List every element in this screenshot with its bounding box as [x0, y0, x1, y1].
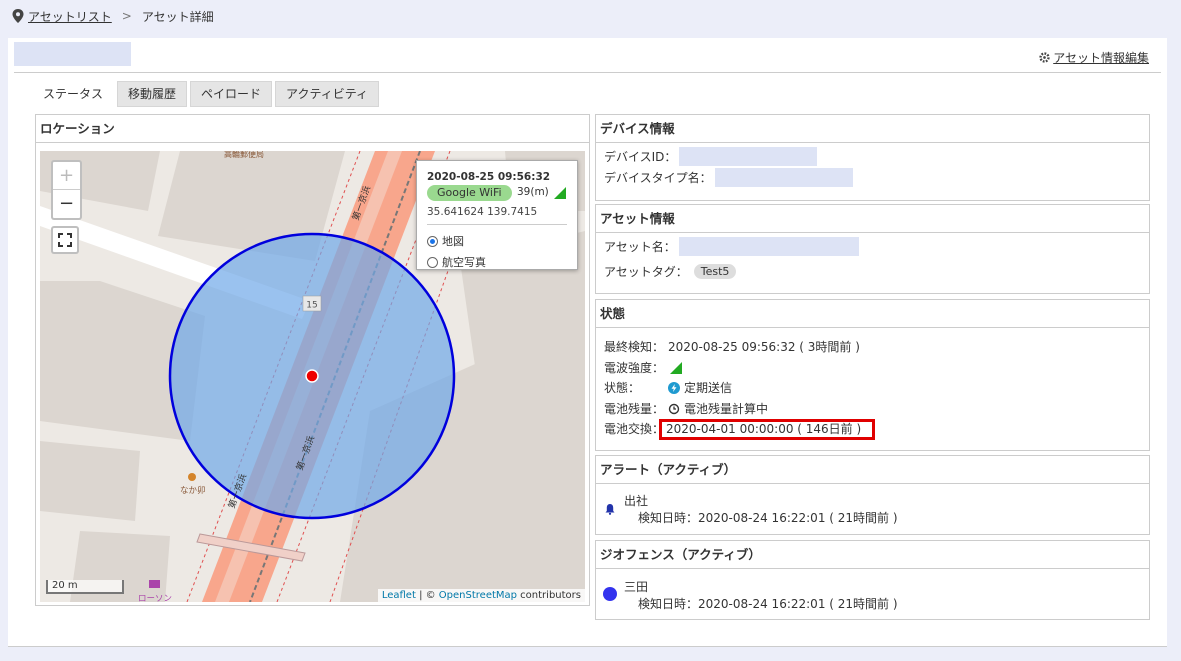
asset-name-value-redacted — [678, 237, 859, 256]
battery-change-label: 電池交換： — [604, 422, 665, 436]
device-type-row: デバイスタイプ名： — [604, 168, 853, 187]
alert-detail: 検知日時：2020-08-24 16:22:01 ( 21時間前 ) — [638, 511, 898, 525]
location-panel: ロケーション 15 第一京浜 第一京浜 第一京浜 高輪郵便局 なか卯 ローソン … — [35, 114, 590, 606]
battery-row: 電池残量： 電池残量計算中 — [604, 400, 768, 417]
location-popup: 2020-08-25 09:56:32 Google WiFi 39(m) 35… — [416, 160, 578, 270]
tab-history[interactable]: 移動履歴 — [117, 81, 188, 107]
status-label: 状態： — [604, 381, 641, 395]
attribution-separator: | © — [415, 590, 439, 601]
asset-tag-label: アセットタグ： — [604, 265, 688, 279]
title-divider — [14, 72, 1161, 73]
asset-name-label: アセット名： — [604, 240, 676, 254]
geofence-panel: ジオフェンス（アクティブ） 三田 検知日時：2020-08-24 16:22:0… — [595, 540, 1150, 620]
building — [40, 441, 140, 521]
tab-payload[interactable]: ペイロード — [190, 81, 273, 107]
device-info-panel: デバイス情報 デバイスID： デバイスタイプ名： — [595, 114, 1150, 201]
tab-status[interactable]: ステータス — [32, 81, 115, 107]
device-type-label: デバイスタイプ名： — [604, 171, 712, 185]
map-pin-icon — [12, 9, 24, 23]
breadcrumb-current: アセット詳細 — [141, 9, 214, 24]
geofence-detail: 検知日時：2020-08-24 16:22:01 ( 21時間前 ) — [638, 597, 898, 611]
geofence-color-icon — [603, 587, 617, 601]
edit-asset-link[interactable]: アセット情報編集 — [1039, 49, 1149, 66]
device-info-title: デバイス情報 — [596, 115, 1149, 143]
edit-asset-label: アセット情報編集 — [1053, 51, 1149, 65]
store-icon — [149, 580, 160, 588]
source-badge: Google WiFi — [427, 185, 512, 201]
lightning-icon — [668, 381, 681, 394]
last-detect-value: 2020-08-25 09:56:32 ( 3時間前 ) — [668, 340, 860, 354]
alert-name: 出社 — [624, 494, 649, 508]
last-detect-row: 最終検知： 2020-08-25 09:56:32 ( 3時間前 ) — [604, 338, 860, 355]
battery-value: 電池残量計算中 — [684, 402, 769, 416]
breadcrumb: アセットリスト > アセット詳細 — [12, 7, 214, 25]
geofence-title: ジオフェンス（アクティブ） — [596, 541, 1149, 569]
signal-label: 電波強度： — [604, 361, 665, 375]
alert-title: アラート（アクティブ） — [596, 456, 1149, 484]
signal-row: 電波強度： — [604, 359, 683, 376]
layer-option-map-label: 地図 — [442, 235, 464, 248]
zoom-out-button[interactable]: − — [53, 190, 80, 217]
location-title: ロケーション — [36, 115, 589, 143]
device-type-value-redacted — [714, 168, 853, 187]
geofence-name: 三田 — [624, 580, 649, 594]
poi-label: なか卯 — [180, 486, 206, 496]
status-row: 状態： 定期送信 — [604, 379, 732, 396]
gear-icon — [1039, 52, 1050, 63]
asset-name-row: アセット名： — [604, 237, 859, 256]
signal-strength-icon — [670, 361, 683, 374]
map-attribution: Leaflet | © OpenStreetMap contributors — [377, 589, 585, 602]
radio-map[interactable] — [427, 235, 438, 247]
zoom-control: + − — [51, 160, 82, 220]
asset-tag-row: アセットタグ： Test5 — [604, 263, 737, 280]
asset-tag-badge: Test5 — [693, 264, 737, 279]
signal-strength-icon — [554, 187, 566, 199]
popup-accuracy: 39(m) — [517, 186, 549, 198]
route-number: 15 — [306, 301, 317, 311]
radio-aerial[interactable] — [427, 256, 438, 268]
device-id-row: デバイスID： — [604, 147, 818, 166]
poi-label: ローソン — [138, 594, 172, 602]
popup-coords: 35.641624 139.7415 — [427, 206, 538, 218]
bell-icon — [605, 504, 615, 515]
layer-option-aerial[interactable]: 航空写真 — [427, 254, 486, 270]
attribution-contrib: contributors — [517, 590, 581, 601]
osm-link[interactable]: OpenStreetMap — [439, 590, 517, 601]
location-marker-icon[interactable] — [305, 369, 319, 383]
fullscreen-button[interactable] — [51, 226, 79, 254]
zoom-in-button[interactable]: + — [53, 162, 80, 190]
device-id-value-redacted — [679, 147, 818, 166]
battery-label: 電池残量： — [604, 402, 665, 416]
asset-info-title: アセット情報 — [596, 205, 1149, 233]
status-value: 定期送信 — [684, 381, 733, 395]
state-title: 状態 — [596, 300, 1149, 328]
highlight-box — [659, 419, 875, 440]
tab-activity[interactable]: アクティビティ — [275, 81, 380, 107]
map-scale: 20 m — [46, 580, 124, 594]
asset-detail-card: アセット情報編集 ステータス 移動履歴 ペイロード アクティビティ ロケーション — [8, 38, 1167, 647]
popup-divider — [427, 224, 567, 225]
asset-info-panel: アセット情報 アセット名： アセットタグ： Test5 — [595, 204, 1150, 294]
layer-option-aerial-label: 航空写真 — [442, 256, 486, 269]
poi-label: 高輪郵便局 — [224, 151, 264, 159]
breadcrumb-separator: > — [121, 9, 132, 23]
map[interactable]: 15 第一京浜 第一京浜 第一京浜 高輪郵便局 なか卯 ローソン + − 202… — [40, 151, 585, 602]
last-detect-label: 最終検知： — [604, 340, 665, 354]
alert-panel: アラート（アクティブ） 出社 検知日時：2020-08-24 16:22:01 … — [595, 455, 1150, 535]
fullscreen-icon — [58, 233, 72, 247]
layer-option-map[interactable]: 地図 — [427, 233, 464, 249]
breadcrumb-asset-list-link[interactable]: アセットリスト — [28, 8, 112, 25]
leaflet-link[interactable]: Leaflet — [382, 590, 416, 601]
popup-timestamp: 2020-08-25 09:56:32 — [427, 171, 551, 183]
device-id-label: デバイスID： — [604, 150, 677, 164]
tab-bar: ステータス 移動履歴 ペイロード アクティビティ — [32, 81, 380, 107]
restaurant-icon — [188, 473, 196, 481]
refresh-clock-icon — [668, 403, 680, 414]
asset-title-redacted — [14, 42, 131, 66]
